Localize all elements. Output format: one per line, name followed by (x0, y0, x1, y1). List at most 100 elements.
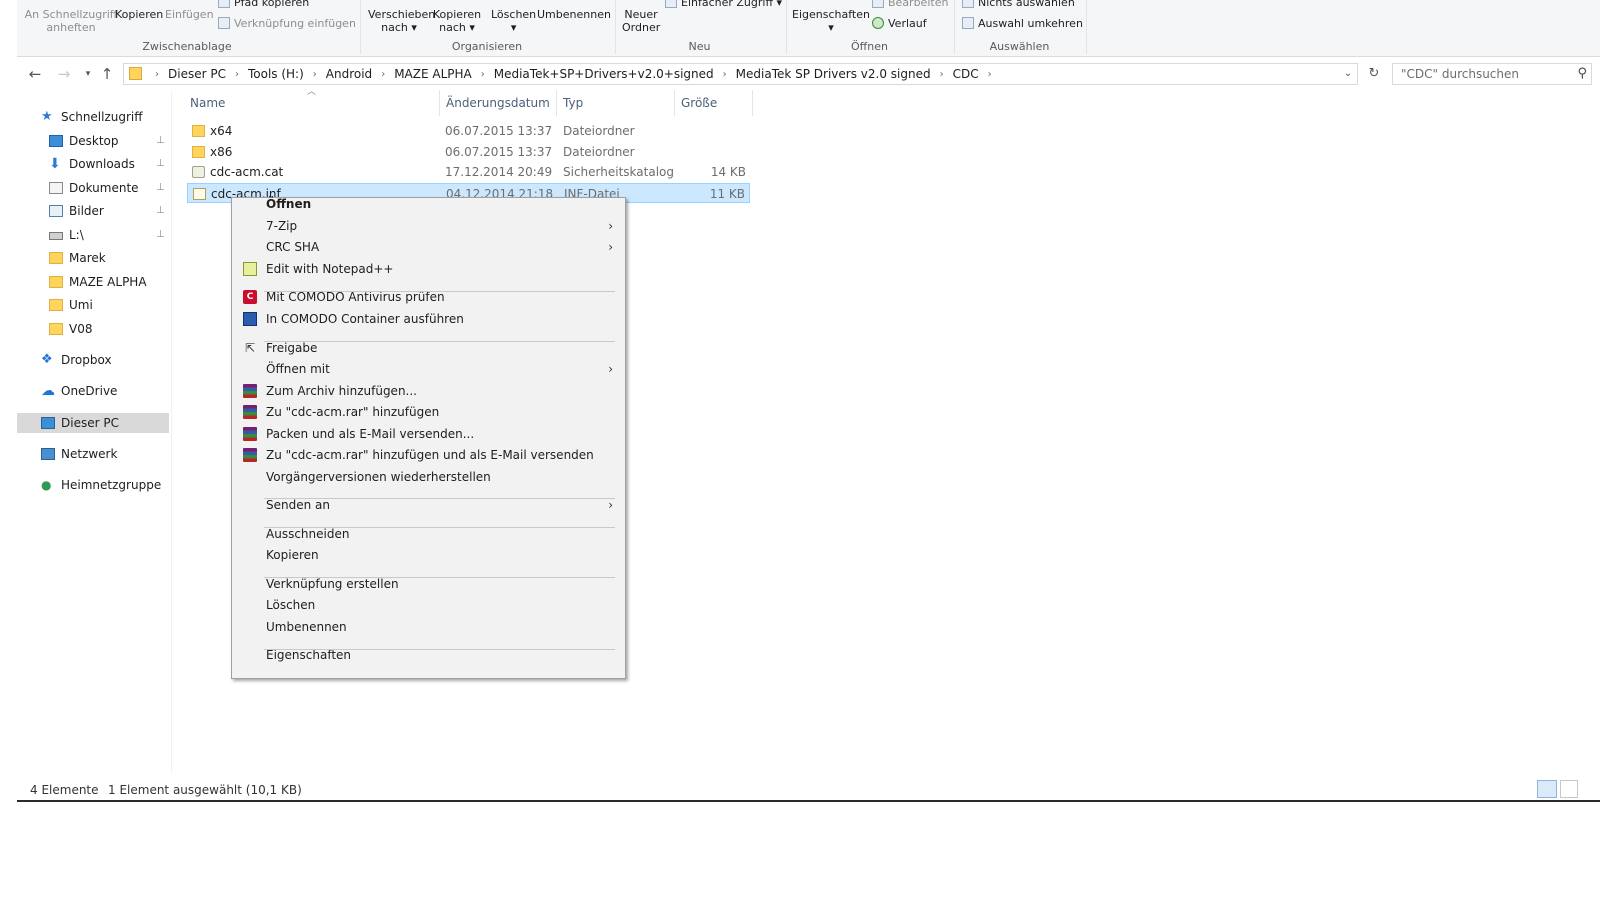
sidebar-item[interactable]: L:\ ⊥ (17, 225, 169, 245)
sidebar-item[interactable]: ❖ Dropbox (17, 350, 169, 370)
pin-icon: ⊥ (156, 229, 165, 240)
breadcrumb-separator-icon[interactable]: › (235, 69, 239, 80)
copy-button[interactable]: Kopieren (115, 8, 163, 21)
breadcrumb-item[interactable]: MediaTek+SP+Drivers+v2.0+signed (494, 67, 714, 81)
context-menu-item-label: Öffnen mit (266, 362, 330, 376)
context-menu-item[interactable]: Umbenennen (234, 616, 623, 638)
breadcrumb-item[interactable]: MediaTek SP Drivers v2.0 signed (736, 67, 931, 81)
context-menu-item-label: Öffnen (266, 197, 312, 211)
breadcrumb-separator-icon[interactable]: › (155, 69, 159, 80)
breadcrumb-item[interactable]: Tools (H:) (248, 67, 304, 81)
search-input[interactable] (1401, 64, 1571, 84)
new-group-label: Neu (688, 40, 711, 53)
column-divider[interactable] (674, 90, 675, 116)
paste-shortcut-button[interactable]: Verknüpfung einfügen (218, 17, 356, 30)
sidebar-item[interactable]: ★ Schnellzugriff (17, 107, 169, 127)
sidebar-item[interactable]: Bilder ⊥ (17, 201, 169, 221)
context-menu-item-label: CRC SHA (266, 240, 320, 254)
context-menu-item[interactable]: Öffnen (234, 193, 623, 215)
address-bar[interactable]: › Dieser PC › Tools (H:) › Android › MAZE ALPHA… (123, 63, 1358, 85)
recent-locations-button[interactable]: ▾ (78, 64, 98, 84)
breadcrumb-separator-icon[interactable]: › (481, 69, 485, 80)
file-row[interactable]: cdc-acm.cat 17.12.2014 20:49 Sicherheitska… (187, 162, 750, 182)
breadcrumb-separator-icon[interactable]: › (381, 69, 385, 80)
search-icon[interactable]: ⚲ (1577, 66, 1587, 81)
refresh-button[interactable]: ↻ (1364, 64, 1384, 84)
chevron-down-icon[interactable]: ⌄ (1341, 66, 1355, 82)
certificate-icon (192, 166, 205, 178)
sidebar-item[interactable]: Desktop ⊥ (17, 131, 169, 151)
context-menu-item[interactable]: Eigenschaften (234, 644, 623, 666)
history-button[interactable]: Verlauf (872, 17, 927, 30)
context-menu-item[interactable]: Zu "cdc-acm.rar" hinzufügen (234, 401, 623, 423)
sidebar-item[interactable]: Dieser PC (17, 413, 169, 433)
sidebar-item[interactable]: MAZE ALPHA (17, 272, 169, 292)
sidebar-item[interactable]: Umi (17, 295, 169, 315)
column-header-date[interactable]: Änderungsdatum (446, 93, 550, 113)
sidebar-item[interactable]: ⬇ Downloads ⊥ (17, 154, 169, 174)
breadcrumb-item[interactable]: Android (326, 67, 372, 81)
context-menu-item[interactable]: Zum Archiv hinzufügen... (234, 380, 623, 402)
delete-button[interactable]: Löschen ▾ (491, 8, 536, 34)
move-to-button[interactable]: Verschieben nach ▾ (368, 8, 435, 34)
rename-button[interactable]: Umbenennen (537, 8, 611, 21)
context-menu-item[interactable]: Zu "cdc-acm.rar" hinzufügen und als E-Ma… (234, 444, 623, 466)
file-row[interactable]: x86 06.07.2015 13:37 Dateiordner (187, 142, 750, 162)
edit-button[interactable]: Bearbeiten (872, 0, 948, 9)
sidebar-item[interactable]: Marek (17, 248, 169, 268)
column-divider[interactable] (439, 90, 440, 116)
forward-button[interactable]: → (54, 64, 74, 84)
column-header-size[interactable]: Größe (681, 93, 717, 113)
sidebar-item[interactable]: Dokumente ⊥ (17, 178, 169, 198)
column-divider[interactable] (752, 90, 753, 116)
context-menu-item[interactable]: Packen und als E-Mail versenden... (234, 423, 623, 445)
easy-access-button[interactable]: Einfacher Zugriff ▾ (665, 0, 782, 9)
window-bottom-border (17, 800, 1600, 802)
column-header-type[interactable]: Typ (563, 93, 583, 113)
new-folder-button[interactable]: Neuer Ordner (622, 8, 660, 34)
back-button[interactable]: ← (25, 64, 45, 84)
breadcrumb-separator-icon[interactable]: › (313, 69, 317, 80)
file-row[interactable]: x64 06.07.2015 13:37 Dateiordner (187, 121, 750, 141)
select-none-button[interactable]: Nichts auswählen (962, 0, 1075, 9)
breadcrumb-separator-icon[interactable]: › (988, 69, 992, 80)
large-icons-view-button[interactable] (1560, 780, 1578, 798)
copy-path-button[interactable]: Pfad kopieren (218, 0, 309, 9)
context-menu-item[interactable]: Edit with Notepad++ (234, 258, 623, 280)
menu-separator (264, 527, 615, 528)
copy-to-button[interactable]: Kopieren nach ▾ (432, 8, 482, 34)
sidebar-item[interactable]: Netzwerk (17, 444, 169, 464)
breadcrumb-item[interactable]: CDC (953, 67, 979, 81)
breadcrumb-separator-icon[interactable]: › (940, 69, 944, 80)
search-box[interactable]: ⚲ (1392, 63, 1592, 85)
properties-label: Eigenschaften (792, 8, 870, 21)
organize-group-label: Organisieren (451, 40, 523, 53)
sidebar-item-label: Umi (69, 298, 93, 312)
file-type: Dateiordner (563, 145, 635, 159)
breadcrumb-item[interactable]: MAZE ALPHA (394, 67, 472, 81)
invert-selection-button[interactable]: Auswahl umkehren (962, 17, 1083, 30)
up-button[interactable]: ↑ (97, 64, 117, 84)
details-view-button[interactable] (1537, 780, 1557, 798)
context-menu-item[interactable]: 7-Zip › (234, 215, 623, 237)
sidebar-item-label: Dieser PC (61, 416, 119, 430)
column-divider[interactable] (556, 90, 557, 116)
sidebar-item-label: Dokumente (69, 181, 139, 195)
paste-button[interactable]: Einfügen (165, 8, 214, 21)
sidebar-item[interactable]: ● Heimnetzgruppe (17, 475, 169, 495)
breadcrumb-item[interactable]: Dieser PC (168, 67, 226, 81)
context-menu-item[interactable]: C Mit COMODO Antivirus prüfen (234, 286, 623, 308)
item-count: 4 Elemente (30, 783, 99, 797)
context-menu-item[interactable]: CRC SHA › (234, 236, 623, 258)
context-menu-item[interactable]: In COMODO Container ausführen (234, 308, 623, 330)
context-menu-item[interactable]: Vorgängerversionen wiederherstellen (234, 466, 623, 488)
context-menu-item[interactable]: Kopieren (234, 544, 623, 566)
sidebar-item[interactable]: V08 (17, 319, 169, 339)
sidebar-item[interactable]: ☁ OneDrive (17, 381, 169, 401)
breadcrumb-separator-icon[interactable]: › (723, 69, 727, 80)
pin-quick-access-button[interactable]: An Schnellzugriff anheften (23, 8, 119, 34)
context-menu-item[interactable]: Öffnen mit › (234, 358, 623, 380)
properties-button[interactable]: Eigenschaften ▾ (792, 8, 870, 34)
column-header-name[interactable]: Name (190, 93, 225, 113)
context-menu-item[interactable]: Löschen (234, 594, 623, 616)
